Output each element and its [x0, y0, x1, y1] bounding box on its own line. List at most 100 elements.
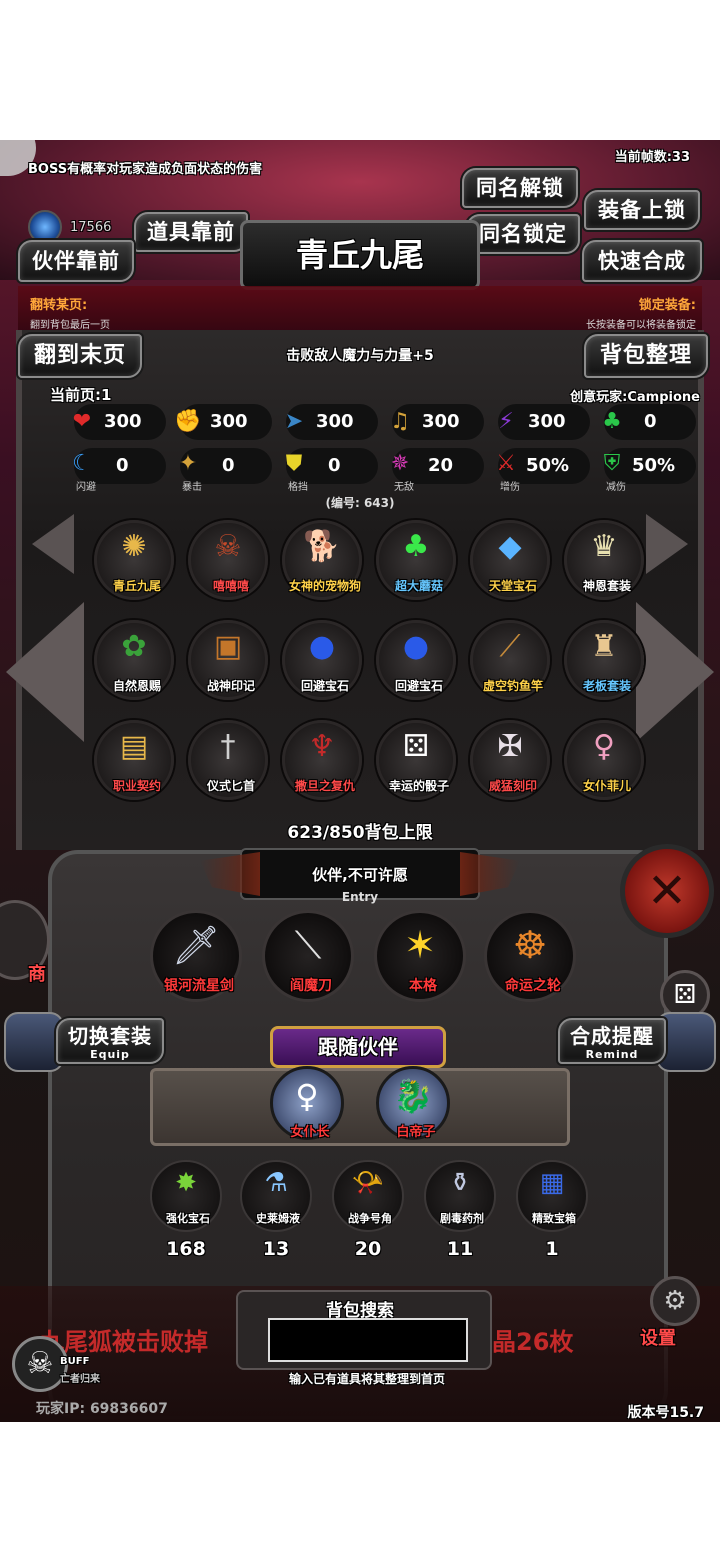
- item-slot[interactable]: ● 回避宝石: [282, 620, 362, 700]
- material-count: 20: [354, 1238, 382, 1260]
- equip-unlock-button[interactable]: 装备上锁: [584, 190, 700, 230]
- item-title: 青丘九尾: [240, 220, 480, 290]
- stat-value: 50%: [632, 455, 676, 476]
- equipped-slot[interactable]: ✶ 本格: [374, 910, 466, 1002]
- item-slot[interactable]: ⚄ 幸运的骰子: [376, 720, 456, 800]
- item-slot[interactable]: ▤ 职业契约: [94, 720, 174, 800]
- material-slot[interactable]: ⚱ 剧毒药剂: [424, 1160, 496, 1232]
- merge-remind-button[interactable]: 合成提醒 Remind: [558, 1018, 666, 1064]
- partner-name: 女仆长: [290, 1125, 330, 1140]
- merge-remind-label: 合成提醒: [570, 1024, 654, 1048]
- item-name: 老板套装: [582, 679, 631, 693]
- same-name-lock-label: 同名锁定: [479, 222, 567, 246]
- shop-label-partial: 商: [28, 964, 46, 985]
- partner-icon: 🐉: [393, 1077, 433, 1115]
- close-button[interactable]: ✕: [620, 844, 714, 938]
- magic-icon: ⚡: [498, 409, 514, 434]
- lute-icon: ♫: [390, 409, 410, 434]
- item-name: 女神的宠物狗: [288, 579, 361, 593]
- equipment-name: 命运之轮: [505, 978, 561, 994]
- item-slot[interactable]: ♜ 老板套装: [564, 620, 644, 700]
- material-name: 史莱姆液: [256, 1212, 300, 1225]
- switch-set-button[interactable]: 切换套装 Equip: [56, 1018, 164, 1064]
- item-icon: ♆: [308, 729, 336, 764]
- equipped-slot[interactable]: ☸ 命运之轮: [484, 910, 576, 1002]
- stat-value: 0: [328, 455, 341, 476]
- item-slot[interactable]: † 仪式匕首: [188, 720, 268, 800]
- same-name-lock-button[interactable]: 同名锁定: [466, 214, 580, 254]
- stat-value: 20: [428, 455, 454, 476]
- material-name: 剧毒药剂: [440, 1212, 484, 1225]
- quick-merge-button[interactable]: 快速合成: [582, 240, 702, 282]
- fps-counter: 当前帧数:33: [614, 150, 690, 165]
- partner-slot[interactable]: ♀ 女仆长: [270, 1066, 344, 1140]
- item-slot[interactable]: ♣ 超大蘑菇: [376, 520, 456, 600]
- item-name: 幸运的骰子: [388, 779, 449, 793]
- item-name: 女仆菲儿: [582, 779, 631, 793]
- item-slot[interactable]: ▣ 战神印记: [188, 620, 268, 700]
- item-icon: ⚄: [402, 729, 430, 764]
- material-slot[interactable]: ✸ 强化宝石: [150, 1160, 222, 1232]
- gem-icon: [28, 210, 62, 244]
- marquee-text-right: 晶26枚: [492, 1328, 574, 1356]
- item-name: 虚空钓鱼竿: [482, 679, 543, 693]
- search-input[interactable]: [268, 1318, 468, 1362]
- partner-icon: ♀: [295, 1077, 319, 1115]
- stat-value: 300: [316, 411, 354, 432]
- item-slot[interactable]: ⟋ 虚空钓鱼竿: [470, 620, 550, 700]
- item-icon: ♀: [593, 729, 615, 764]
- item-front-button[interactable]: 道具靠前: [134, 212, 248, 252]
- partner-slot[interactable]: 🐉 白帝子: [376, 1066, 450, 1140]
- buff-label: BUFF: [60, 1356, 90, 1367]
- equipment-name: 银河流星剑: [164, 978, 234, 994]
- partner-front-button[interactable]: 伙伴靠前: [18, 240, 134, 282]
- follow-bar: [150, 1068, 570, 1146]
- stat-value: 300: [210, 411, 248, 432]
- player-ip: 玩家IP: 69836607: [36, 1401, 168, 1417]
- item-name: 撒旦之复仇: [294, 779, 355, 793]
- materials-row: ✸ 强化宝石 168 ⚗ 史莱姆液 13 📯 战争号角 20 ⚱ 剧毒药剂 11 ▦ 精致…: [0, 1160, 720, 1280]
- crit-icon: ✦: [178, 451, 198, 476]
- item-slot[interactable]: 🐕 女神的宠物狗: [282, 520, 362, 600]
- version-label: 版本号15.7: [627, 1405, 704, 1421]
- item-icon: ✿: [121, 629, 147, 664]
- material-icon: ✸: [175, 1168, 197, 1198]
- equipped-slot[interactable]: 🗡 银河流星剑: [150, 910, 242, 1002]
- item-icon: ✺: [121, 529, 147, 564]
- item-icon: ✠: [497, 729, 523, 764]
- material-icon: ⚗: [264, 1168, 288, 1198]
- dodge-icon: ☾: [72, 451, 92, 476]
- same-name-unlock-button[interactable]: 同名解锁: [462, 168, 578, 208]
- item-slot[interactable]: ♀ 女仆菲儿: [564, 720, 644, 800]
- material-icon: ▦: [539, 1168, 565, 1198]
- follow-partner-title: 跟随伙伴: [270, 1026, 446, 1068]
- material-slot[interactable]: ⚗ 史莱姆液: [240, 1160, 312, 1232]
- equipment-name: 阎魔刀: [290, 978, 332, 994]
- item-slot[interactable]: ♆ 撒旦之复仇: [282, 720, 362, 800]
- equipment-icon: 🗡: [171, 923, 221, 967]
- item-slot[interactable]: ✠ 威猛刻印: [470, 720, 550, 800]
- material-slot[interactable]: ▦ 精致宝箱: [516, 1160, 588, 1232]
- item-slot[interactable]: ● 回避宝石: [376, 620, 456, 700]
- wish-status: 伙伴,不可许愿: [312, 866, 408, 884]
- equipped-slot[interactable]: ⟍ 阎魔刀: [262, 910, 354, 1002]
- settings-label[interactable]: 设置: [640, 1324, 676, 1350]
- stat-value: 300: [104, 411, 142, 432]
- stats-block: ❤ 300 ✊ 300 ➤ 300 ♫ 300 ⚡ 300 ♣ 0 ☾ 0 闪避…: [60, 402, 696, 493]
- item-slot[interactable]: ✿ 自然恩赐: [94, 620, 174, 700]
- stat-value: 0: [222, 455, 235, 476]
- clover-icon: ♣: [602, 409, 622, 434]
- material-slot[interactable]: 📯 战争号角: [332, 1160, 404, 1232]
- material-icon: 📯: [351, 1168, 385, 1198]
- item-slot[interactable]: ♛ 神恩套装: [564, 520, 644, 600]
- lock-label: 锁定装备:: [638, 298, 696, 313]
- material-icon: ⚱: [449, 1168, 471, 1198]
- item-slot[interactable]: ✺ 青丘九尾: [94, 520, 174, 600]
- item-slot[interactable]: ◆ 天堂宝石: [470, 520, 550, 600]
- entry-label: Entry: [341, 890, 379, 904]
- item-slot[interactable]: ☠ 嘻嘻嘻: [188, 520, 268, 600]
- item-id: (编号: 643): [325, 496, 395, 510]
- gear-icon[interactable]: ⚙: [650, 1276, 700, 1326]
- damage-up-icon: ⚔: [496, 451, 516, 476]
- buff-name: 亡者归来: [60, 1374, 100, 1385]
